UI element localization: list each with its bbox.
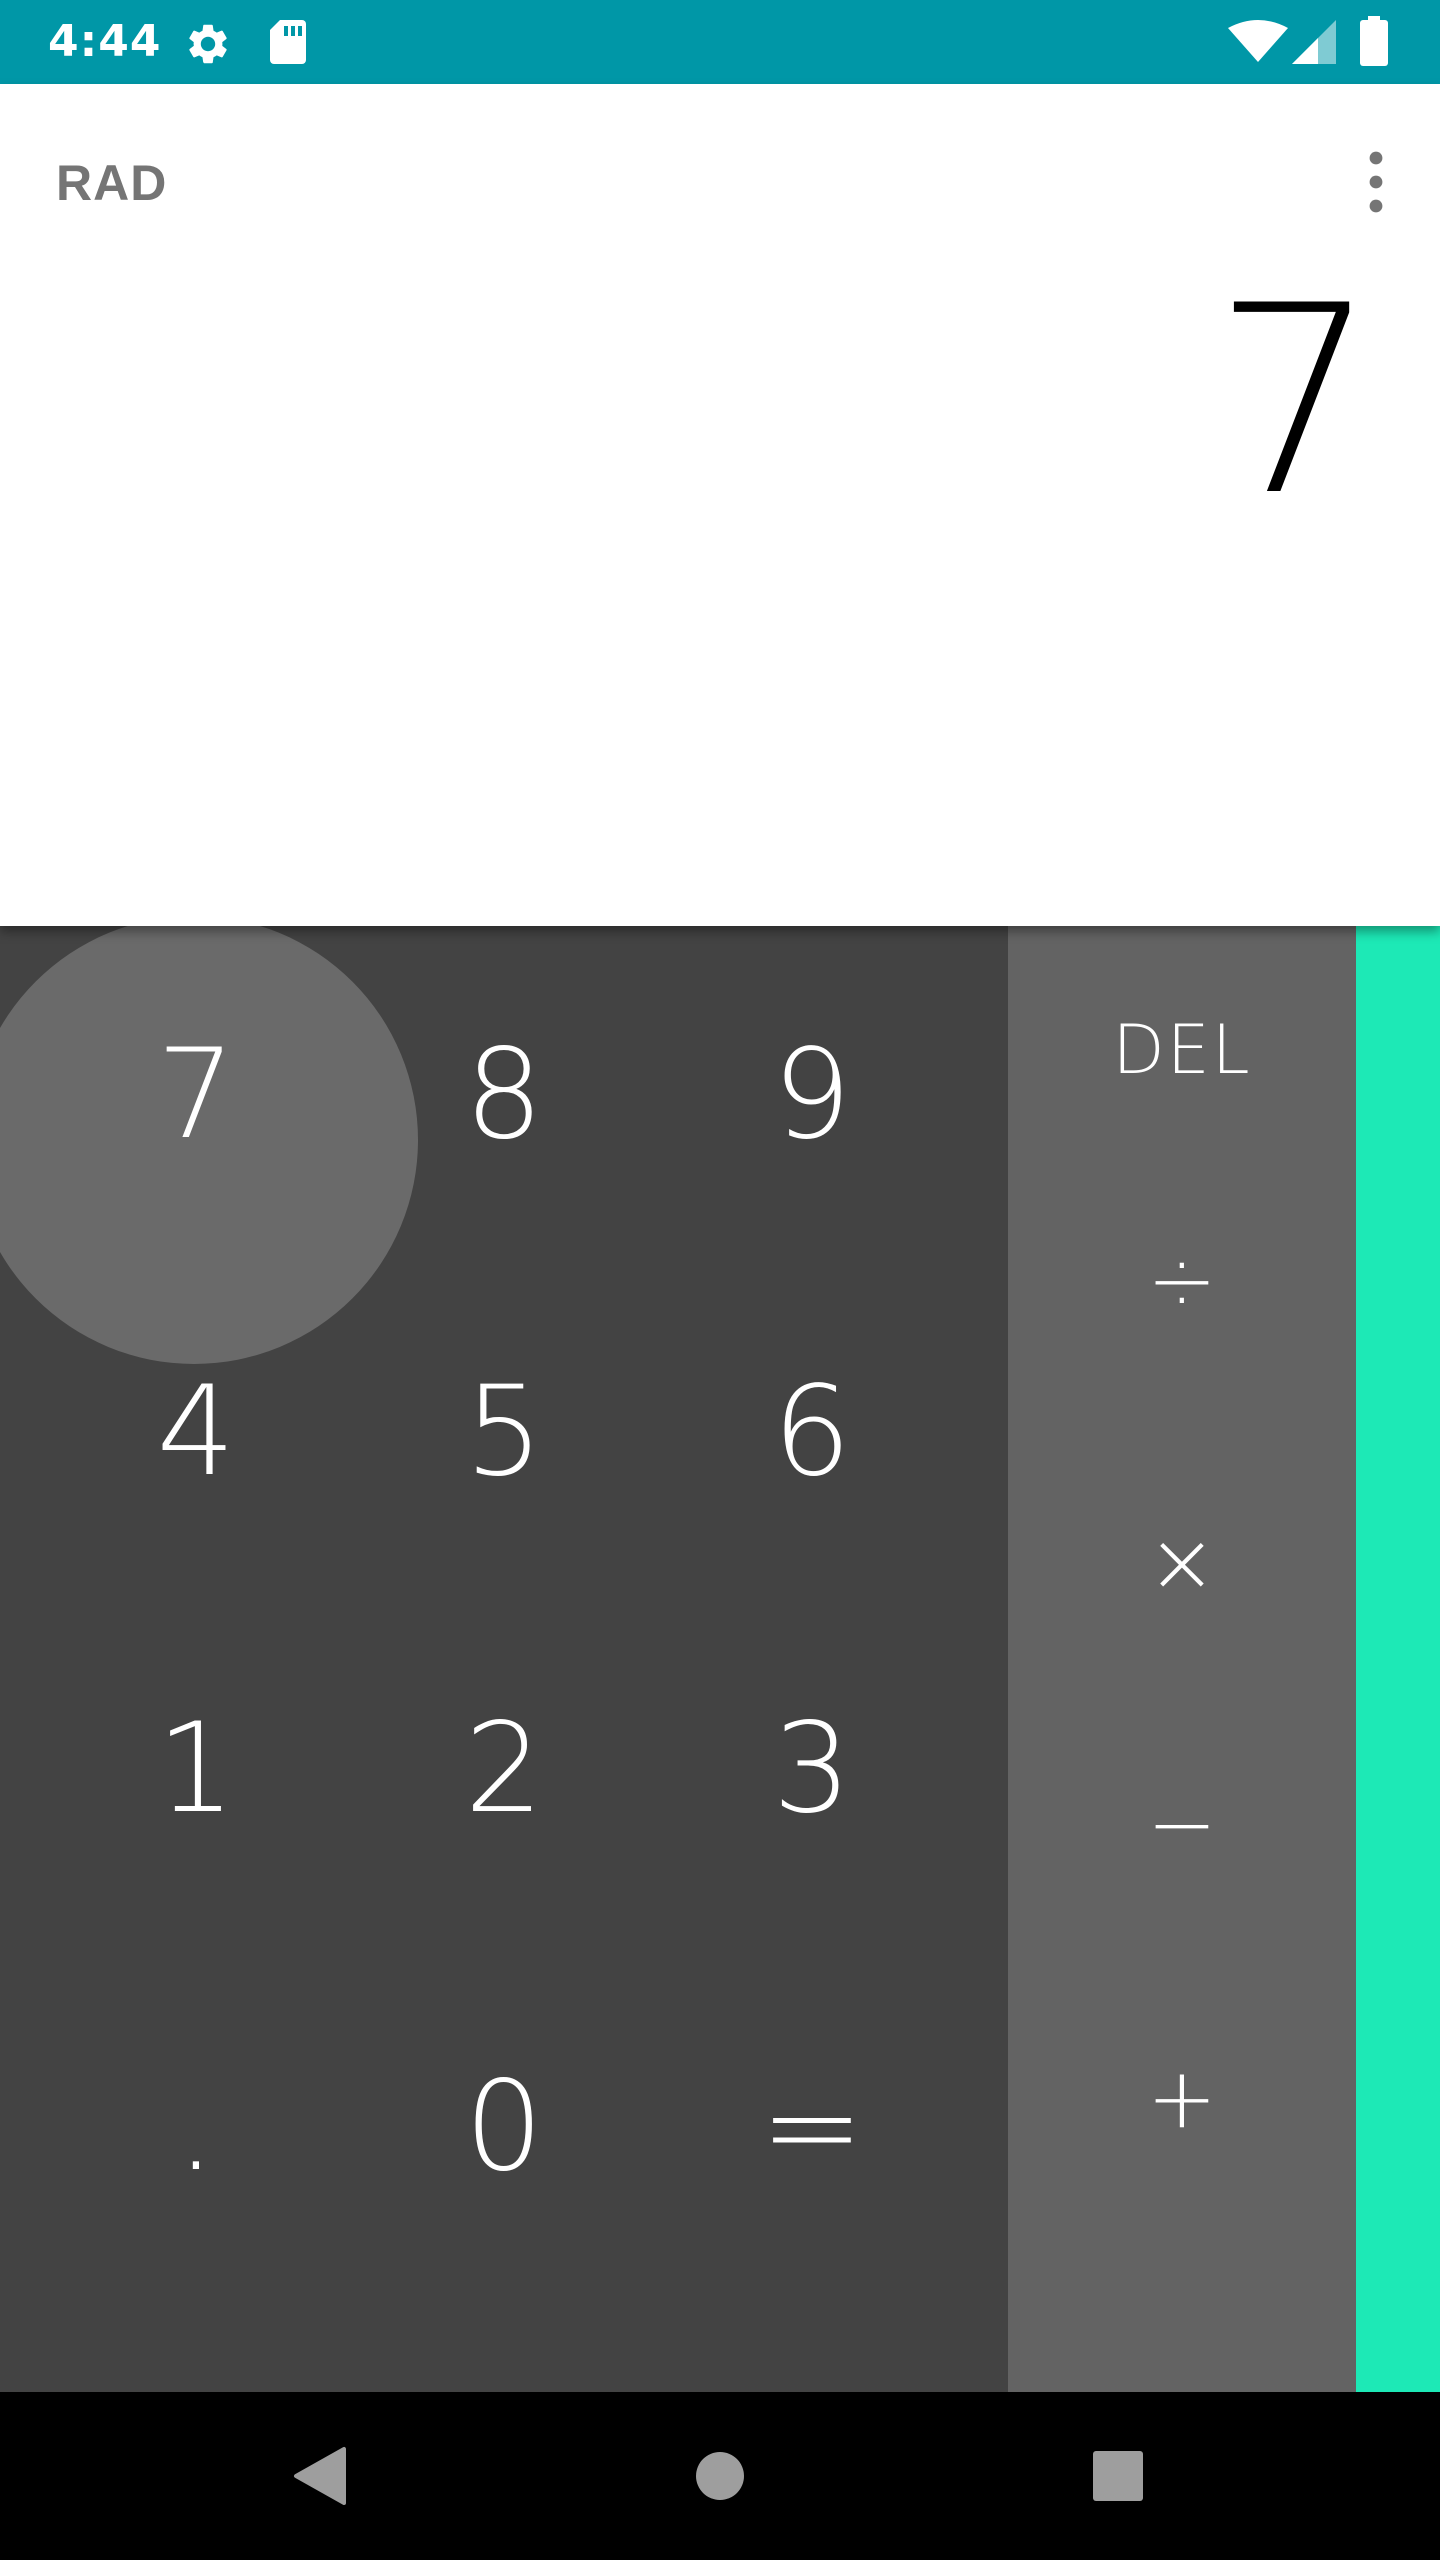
operator-pad: DEL ÷ × − + xyxy=(1008,926,1356,2392)
calculator-display: RAD 7 xyxy=(0,84,1440,926)
status-time: 4:44 xyxy=(48,16,162,67)
navigation-bar xyxy=(0,2392,1440,2560)
angle-mode-indicator: RAD xyxy=(56,155,168,211)
digit-6-button[interactable]: 6 xyxy=(658,1263,966,1600)
back-button[interactable] xyxy=(236,2392,404,2560)
home-button[interactable] xyxy=(636,2392,804,2560)
recents-button[interactable] xyxy=(1034,2392,1202,2560)
keypad: 7 8 9 4 5 6 1 2 3 . 0 = DEL ÷ × − + xyxy=(0,926,1440,2392)
digit-2-button[interactable]: 2 xyxy=(350,1600,658,1937)
back-icon xyxy=(294,2447,346,2505)
formula-display[interactable]: 7 xyxy=(1213,272,1378,532)
digit-0-button[interactable]: 0 xyxy=(350,1937,658,2317)
overflow-menu-icon[interactable] xyxy=(1352,150,1400,214)
divide-button[interactable]: ÷ xyxy=(1008,1144,1356,1416)
digit-4-button[interactable]: 4 xyxy=(42,1263,350,1600)
digit-1-button[interactable]: 1 xyxy=(42,1600,350,1937)
digit-7-button[interactable]: 7 xyxy=(42,926,350,1263)
advanced-panel-handle[interactable] xyxy=(1356,926,1440,2392)
digit-9-button[interactable]: 9 xyxy=(658,926,966,1263)
equals-button[interactable]: = xyxy=(658,1937,966,2317)
home-icon xyxy=(696,2452,744,2500)
multiply-button[interactable]: × xyxy=(1008,1426,1356,1698)
add-button[interactable]: + xyxy=(1008,1962,1356,2234)
decimal-point-button[interactable]: . xyxy=(42,1937,350,2317)
recents-icon xyxy=(1093,2451,1143,2501)
gear-icon xyxy=(189,24,227,64)
status-bar: 4:44 xyxy=(0,0,1440,84)
numeric-pad: 7 8 9 4 5 6 1 2 3 . 0 = xyxy=(0,926,1008,2392)
signal-icon xyxy=(1292,20,1336,64)
wifi-icon xyxy=(1228,20,1288,62)
sd-card-icon xyxy=(270,20,306,64)
battery-icon xyxy=(1360,16,1388,66)
digit-3-button[interactable]: 3 xyxy=(658,1600,966,1937)
digit-5-button[interactable]: 5 xyxy=(350,1263,658,1600)
delete-button[interactable]: DEL xyxy=(1008,926,1356,1174)
subtract-button[interactable]: − xyxy=(1008,1688,1356,1960)
digit-8-button[interactable]: 8 xyxy=(350,926,658,1263)
